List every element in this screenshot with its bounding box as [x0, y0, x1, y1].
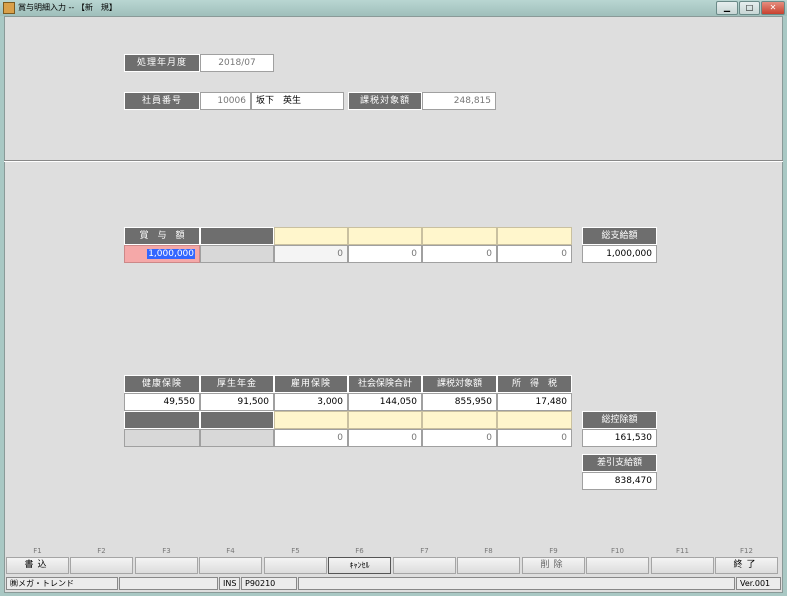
- employee-name-field: 坂下 英生: [251, 92, 344, 110]
- status-version: Ver.001: [736, 577, 781, 590]
- fkey-label-f4: F4: [226, 547, 235, 555]
- payment-extra-field[interactable]: 0: [274, 245, 348, 263]
- payment-extra-field[interactable]: 0: [348, 245, 422, 263]
- payment-header-cell: [422, 227, 497, 245]
- deduction-header-cell: [348, 411, 422, 429]
- health-insurance-value[interactable]: 49,550: [124, 393, 200, 411]
- total-payment-value: 1,000,000: [582, 245, 657, 263]
- deduction-extra-field[interactable]: 0: [497, 429, 572, 447]
- payment-blank-cell: [200, 245, 274, 263]
- social-insurance-total-value: 144,050: [348, 393, 422, 411]
- payment-header-cell: [274, 227, 348, 245]
- net-payment-value: 838,470: [582, 472, 657, 490]
- employment-insurance-header: 雇用保険: [274, 375, 348, 393]
- bonus-amount-field[interactable]: 1,000,000: [124, 245, 200, 263]
- bonus-amount-value: 1,000,000: [147, 249, 195, 259]
- section-divider: [4, 160, 783, 162]
- deduction-header-cell: [274, 411, 348, 429]
- fkey-label-f1: F1: [33, 547, 42, 555]
- employee-number-label: 社員番号: [124, 92, 200, 110]
- taxable-amount-label: 課税対象額: [348, 92, 422, 110]
- payment-extra-field[interactable]: 0: [422, 245, 497, 263]
- window-title: 賞与明細入力 -- 【新 規】: [18, 3, 117, 12]
- income-tax-header: 所 得 税: [497, 375, 572, 393]
- fkey-label-f9: F9: [549, 547, 558, 555]
- total-deduction-label: 総控除額: [582, 411, 657, 429]
- deduction-blank-cell: [200, 429, 274, 447]
- fkey-button-f1[interactable]: 書込: [6, 557, 69, 574]
- status-blank: [119, 577, 218, 590]
- fkey-label-f10: F10: [611, 547, 624, 555]
- fkey-label-f2: F2: [97, 547, 106, 555]
- net-payment-label: 差引支給額: [582, 454, 657, 472]
- deduction-extra-field[interactable]: 0: [422, 429, 497, 447]
- bonus-amount-label: 賞 与 額: [124, 227, 200, 245]
- title-bar: 賞与明細入力 -- 【新 規】 ▁ □ ✕: [0, 0, 787, 16]
- deduction-header-blank: [124, 411, 200, 429]
- period-label: 処理年月度: [124, 54, 200, 72]
- deduction-header-cell: [497, 411, 572, 429]
- payment-header-blank: [200, 227, 274, 245]
- fkey-button-f12[interactable]: 終了: [715, 557, 778, 574]
- status-program: P90210: [241, 577, 297, 590]
- employee-number-field[interactable]: 10006: [200, 92, 251, 110]
- deduction-header-blank: [200, 411, 274, 429]
- fkey-label-f5: F5: [291, 547, 300, 555]
- fkey-button-f7[interactable]: [393, 557, 456, 574]
- fkey-button-f3[interactable]: [135, 557, 198, 574]
- status-mode: INS: [219, 577, 240, 590]
- social-insurance-total-header: 社会保険合計: [348, 375, 422, 393]
- fkey-label-f8: F8: [484, 547, 493, 555]
- total-payment-label: 総支給額: [582, 227, 657, 245]
- close-button[interactable]: ✕: [761, 1, 785, 15]
- deduction-header-cell: [422, 411, 497, 429]
- pension-value[interactable]: 91,500: [200, 393, 274, 411]
- fkey-button-f9[interactable]: 削除: [522, 557, 585, 574]
- taxable-amount-field: 248,815: [422, 92, 496, 110]
- app-icon: [3, 2, 15, 14]
- maximize-button[interactable]: □: [739, 1, 760, 15]
- fkey-label-f12: F12: [740, 547, 753, 555]
- taxable-amount-header: 課税対象額: [422, 375, 497, 393]
- deduction-blank-cell: [124, 429, 200, 447]
- period-field[interactable]: 2018/07: [200, 54, 274, 72]
- fkey-label-f11: F11: [676, 547, 689, 555]
- employment-insurance-value[interactable]: 3,000: [274, 393, 348, 411]
- pension-header: 厚生年金: [200, 375, 274, 393]
- payment-extra-field[interactable]: 0: [497, 245, 572, 263]
- status-message: [298, 577, 735, 590]
- fkey-button-f8[interactable]: [457, 557, 520, 574]
- deduction-extra-field[interactable]: 0: [348, 429, 422, 447]
- fkey-label-f6: F6: [355, 547, 364, 555]
- fkey-button-f2[interactable]: [70, 557, 133, 574]
- payment-header-cell: [497, 227, 572, 245]
- fkey-button-f11[interactable]: [651, 557, 714, 574]
- income-tax-value[interactable]: 17,480: [497, 393, 572, 411]
- fkey-button-f10[interactable]: [586, 557, 649, 574]
- payment-header-cell: [348, 227, 422, 245]
- total-deduction-value: 161,530: [582, 429, 657, 447]
- minimize-button[interactable]: ▁: [716, 1, 738, 15]
- health-insurance-header: 健康保険: [124, 375, 200, 393]
- fkey-button-f4[interactable]: [199, 557, 262, 574]
- status-company: ㈱メガ・トレンド: [6, 577, 118, 590]
- fkey-button-f6[interactable]: ｷｬﾝｾﾙ: [328, 557, 391, 574]
- fkey-label-f3: F3: [162, 547, 171, 555]
- fkey-label-f7: F7: [420, 547, 429, 555]
- deduction-taxable-value: 855,950: [422, 393, 497, 411]
- fkey-button-f5[interactable]: [264, 557, 327, 574]
- deduction-extra-field[interactable]: 0: [274, 429, 348, 447]
